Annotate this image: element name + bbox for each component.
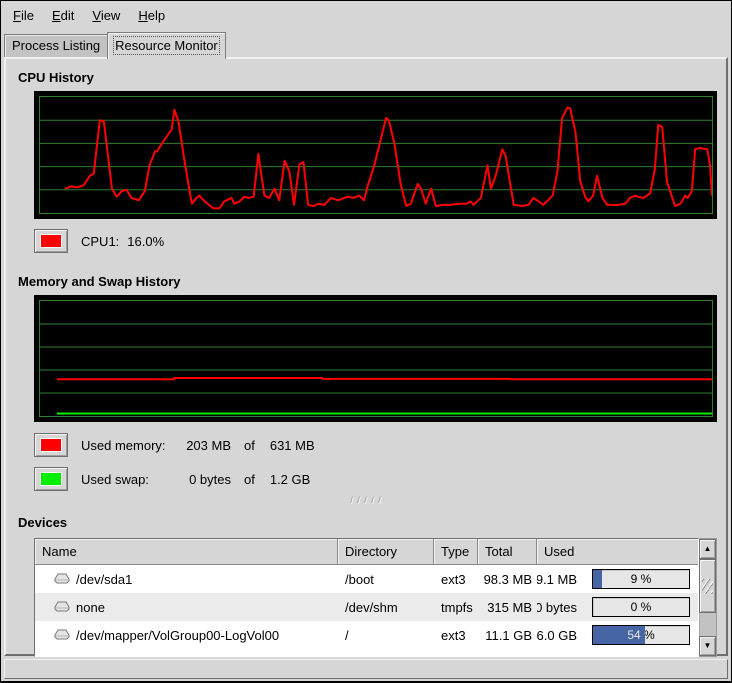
tab-process-listing[interactable]: Process Listing [4,34,107,57]
memory-total-value: 631 MB [270,438,315,453]
cpu-history-title: CPU History [18,71,719,85]
tab-resource-monitor[interactable]: Resource Monitor [107,32,226,59]
usage-progress-bar: 0 % 0 % [592,597,690,617]
memory-legend: Used memory: 203 MB of 631 MB [34,433,719,457]
column-header-used[interactable]: Used [537,539,698,565]
swap-legend: Used swap: 0 bytes of 1.2 GB [34,467,719,491]
column-header-total[interactable]: Total [478,539,537,565]
menu-help[interactable]: Help [129,4,174,27]
usage-progress-bar: 9 % 9 % [592,569,690,589]
cpu-legend-label: CPU1: [81,234,119,249]
memory-of-word: of [244,438,255,453]
cpu-legend: CPU1: 16.0% [34,229,719,253]
memory-history-title: Memory and Swap History [18,275,719,289]
column-header-type[interactable]: Type [434,539,478,565]
cpu-color-swatch[interactable] [34,229,68,253]
swap-total-value: 1.2 GB [270,472,310,487]
scrollbar-trough[interactable] [699,559,716,636]
column-header-directory[interactable]: Directory [338,539,434,565]
disk-icon [54,601,70,613]
cpu-legend-value: 16.0% [127,234,164,249]
status-bar [4,659,728,679]
swap-color-swatch[interactable] [34,467,68,491]
menu-view[interactable]: View [83,4,129,27]
vertical-scrollbar[interactable]: ▲ ▼ [699,538,717,657]
memory-color-swatch[interactable] [34,433,68,457]
swap-used-value: 0 bytes [176,472,231,487]
table-row[interactable]: none /dev/shm tmpfs 315 MB 0 bytes 0 % 0… [35,593,698,621]
scrollbar-grip-icon [702,579,713,594]
scroll-up-button[interactable]: ▲ [699,539,716,559]
arrow-down-icon: ▼ [704,642,712,650]
column-header-name[interactable]: Name [35,539,338,565]
cpu-history-graph [34,91,717,219]
table-row[interactable]: /dev/sda1 /boot ext3 98.3 MB 9.1 MB 9 % … [35,565,698,593]
memory-swap-graph [34,295,717,422]
usage-progress-bar: 54 % 54 % [592,625,690,645]
disk-icon [54,629,70,641]
scroll-down-button[interactable]: ▼ [699,636,716,656]
system-monitor-window: File Edit View Help Process Listing Reso… [0,0,732,683]
menu-file[interactable]: File [4,4,43,27]
devices-table-header: Name Directory Type Total Used [35,539,698,565]
swap-legend-label: Used swap: [81,472,176,487]
arrow-up-icon: ▲ [704,545,712,553]
devices-table: Name Directory Type Total Used /dev/sda1… [34,538,717,657]
menu-edit[interactable]: Edit [43,4,83,27]
resource-monitor-page: CPU History CPU1: 16.0% Memory and Swap … [4,57,728,656]
memory-legend-label: Used memory: [81,438,176,453]
menu-bar: File Edit View Help [2,2,730,29]
disk-icon [54,573,70,585]
paned-grip[interactable]: / / / / / [13,496,719,504]
memory-used-value: 203 MB [176,438,231,453]
devices-title: Devices [18,516,719,530]
table-row[interactable]: /dev/mapper/VolGroup00-LogVol00 / ext3 1… [35,621,698,649]
swap-of-word: of [244,472,255,487]
scrollbar-thumb[interactable] [699,559,716,613]
notebook-tabs: Process Listing Resource Monitor [4,30,226,57]
